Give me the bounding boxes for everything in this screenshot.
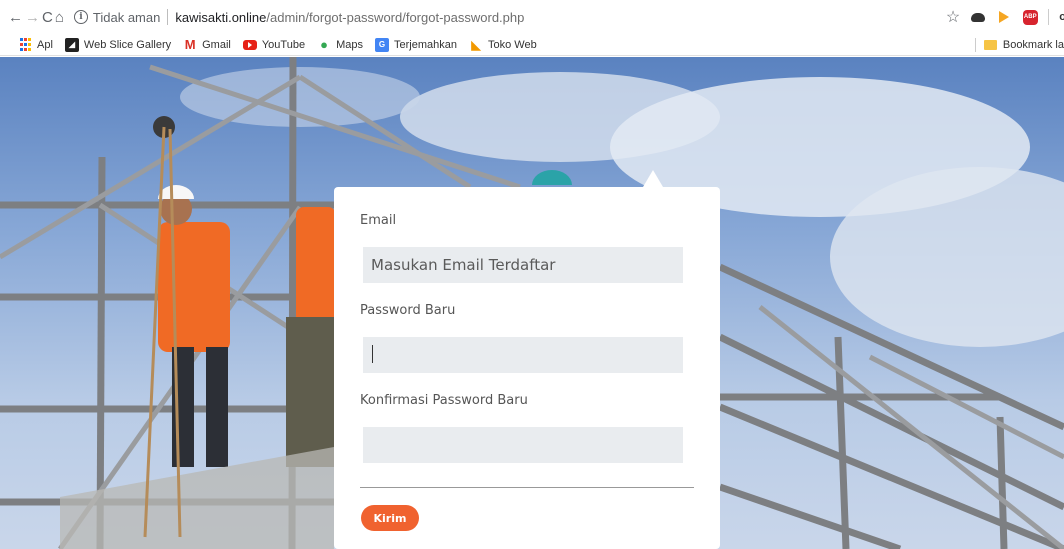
bookmark-label: Gmail bbox=[202, 38, 231, 51]
play-extension[interactable] bbox=[996, 9, 1012, 25]
url-divider bbox=[167, 9, 169, 25]
apps-icon bbox=[18, 38, 32, 52]
other-bookmarks-label: Bookmark la bbox=[1002, 38, 1064, 51]
abp-icon: ABP bbox=[1022, 9, 1038, 25]
email-label: Email bbox=[360, 213, 397, 228]
gmail-icon: M bbox=[184, 37, 196, 52]
bookmark-gmail[interactable]: M Gmail bbox=[183, 37, 231, 52]
back-button[interactable]: ← bbox=[8, 4, 23, 30]
card-pointer bbox=[643, 170, 663, 187]
forward-button[interactable]: → bbox=[25, 4, 40, 30]
star-icon[interactable]: ☆ bbox=[946, 7, 960, 27]
bookmark-label: Web Slice Gallery bbox=[83, 38, 172, 51]
bookmark-youtube[interactable]: YouTube bbox=[242, 38, 306, 51]
bookmarks-bar: Apl ◢ Web Slice Gallery M Gmail YouTube … bbox=[0, 34, 1064, 56]
security-label: Tidak aman bbox=[92, 9, 161, 25]
reload-icon: C bbox=[42, 8, 53, 26]
home-icon: ⌂ bbox=[54, 8, 64, 26]
folder-icon bbox=[983, 39, 997, 50]
abp-extension[interactable]: ABP bbox=[1022, 9, 1038, 25]
form-divider bbox=[360, 487, 694, 488]
confirm-password-field[interactable] bbox=[363, 427, 683, 463]
page-content: Email Password Baru Konfirmasi Password … bbox=[0, 57, 1064, 549]
bookmark-webstore[interactable]: ◣ Toko Web bbox=[469, 37, 537, 52]
bookmark-translate[interactable]: G Terjemahkan bbox=[375, 37, 457, 52]
bookmark-label: Maps bbox=[336, 38, 363, 51]
back-arrow-icon: ← bbox=[8, 8, 23, 26]
webstore-icon: ◣ bbox=[471, 37, 481, 52]
bookmark-web-slice-gallery[interactable]: ◢ Web Slice Gallery bbox=[64, 37, 172, 52]
bookmarks-divider bbox=[974, 37, 976, 52]
address-bar[interactable]: i Tidak aman kawisakti.online/admin/forg… bbox=[69, 3, 940, 31]
bookmark-apps[interactable]: Apl bbox=[18, 38, 53, 52]
confirm-password-label: Konfirmasi Password Baru bbox=[360, 393, 528, 408]
bookmark-label: YouTube bbox=[261, 38, 306, 51]
bookmark-label: Toko Web bbox=[487, 38, 537, 51]
reload-button[interactable]: C bbox=[42, 4, 53, 30]
new-password-field[interactable] bbox=[363, 337, 683, 373]
other-bookmarks[interactable]: Bookmark la bbox=[974, 37, 1064, 52]
extension-divider bbox=[1048, 9, 1050, 25]
new-password-label: Password Baru bbox=[360, 303, 456, 318]
maps-icon: ● bbox=[320, 37, 329, 52]
url-path: /admin/forgot-password/forgot-password.p… bbox=[266, 9, 525, 25]
text-caret bbox=[372, 345, 373, 363]
forward-arrow-icon: → bbox=[25, 8, 40, 26]
webslice-icon: ◢ bbox=[64, 37, 79, 52]
browser-toolbar: ← → C ⌂ i Tidak aman kawisakti.online/ad… bbox=[0, 0, 1064, 34]
translate-icon: G bbox=[375, 37, 389, 52]
bookmark-maps[interactable]: ● Maps bbox=[317, 37, 363, 52]
url-host: kawisakti.online bbox=[175, 9, 267, 25]
submit-button[interactable]: Kirim bbox=[361, 505, 419, 531]
key-icon[interactable]: o- bbox=[1059, 11, 1064, 23]
info-icon[interactable]: i bbox=[73, 10, 88, 24]
home-button[interactable]: ⌂ bbox=[55, 4, 64, 30]
bookmark-label: Terjemahkan bbox=[394, 38, 457, 51]
forgot-password-form: Email Password Baru Konfirmasi Password … bbox=[334, 187, 720, 549]
extension-bar: ☆ ABP o- bbox=[946, 7, 1064, 27]
cloud-icon bbox=[971, 12, 986, 22]
play-icon bbox=[999, 11, 1010, 23]
cloud-extension[interactable] bbox=[970, 9, 986, 25]
youtube-icon bbox=[242, 39, 257, 50]
email-field[interactable] bbox=[363, 247, 683, 283]
bookmark-label: Apl bbox=[37, 38, 53, 51]
